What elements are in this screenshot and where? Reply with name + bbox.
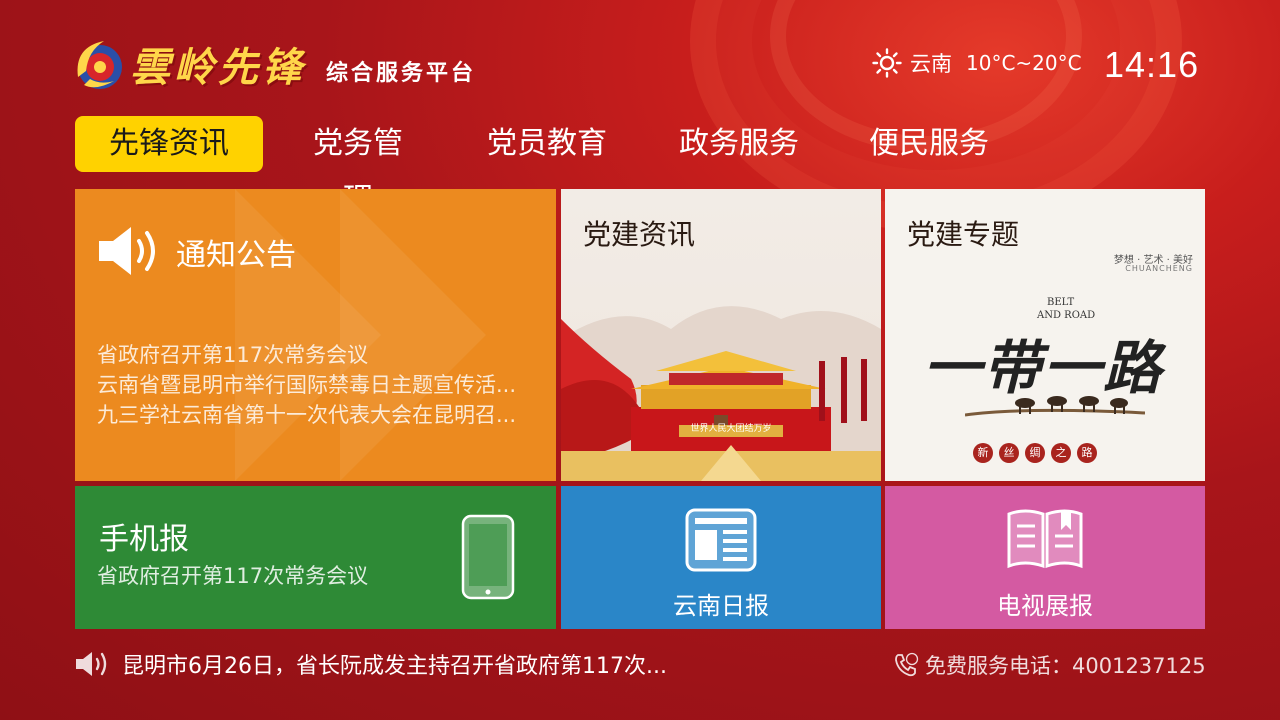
book-icon xyxy=(1007,509,1083,569)
phone-icon xyxy=(461,514,515,600)
main-nav: 先锋资讯 党务管理 党员教育 政务服务 便民服务 xyxy=(75,116,989,217)
seal-row: 新 丝 绸 之 路 xyxy=(973,443,1097,463)
banner-text: 世界人民大团结万岁 xyxy=(690,424,772,434)
weather-temperature: 10°C~20°C xyxy=(966,51,1082,75)
phone-24h-icon xyxy=(895,652,919,677)
notice-item[interactable]: 九三学社云南省第十一次代表大会在昆明召... xyxy=(97,400,537,430)
clock-time: 14:16 xyxy=(1104,44,1200,85)
decor-chevron xyxy=(340,189,486,481)
tv-report-label: 电视展报 xyxy=(997,592,1093,620)
camel-caravan-illustration xyxy=(965,396,1145,417)
news-ticker[interactable]: 昆明市6月26日，省长阮成发主持召开省政府第117次... xyxy=(74,648,667,680)
speaker-icon xyxy=(76,652,107,676)
logo-title: 雲岭先锋 xyxy=(130,44,306,91)
notice-item[interactable]: 云南省暨昆明市举行国际禁毒日主题宣传活... xyxy=(97,370,537,400)
seal-char: 绸 xyxy=(1025,443,1045,463)
weather-location: 云南 xyxy=(910,52,952,76)
tab-vanguard-news[interactable]: 先锋资讯 xyxy=(75,116,263,172)
app-logo: 雲岭先锋 综合服务平台 xyxy=(70,34,476,94)
logo-emblem-icon xyxy=(77,41,122,89)
seal-char: 丝 xyxy=(999,443,1019,463)
notice-list: 省政府召开第117次常务会议 云南省暨昆明市举行国际禁毒日主题宣传活... 九三… xyxy=(97,340,537,430)
topic-tagline-en: CHUANCHENG xyxy=(1125,264,1193,273)
notice-title: 通知公告 xyxy=(176,238,296,273)
belt-road-en-2: AND ROAD xyxy=(1037,310,1096,321)
mobile-news-subtitle: 省政府召开第117次常务会议 xyxy=(97,564,369,588)
tab-party-affairs[interactable]: 党务管理 xyxy=(299,116,417,217)
newspaper-icon xyxy=(685,508,757,572)
party-topic-tile[interactable]: 党建专题 梦想 · 艺术 · 美好 CHUANCHENG BELT AND RO… xyxy=(885,189,1205,481)
tab-government-services[interactable]: 政务服务 xyxy=(679,116,799,172)
party-news-title: 党建资讯 xyxy=(583,218,696,251)
notice-tile[interactable] xyxy=(75,189,556,481)
seal-char: 路 xyxy=(1077,443,1097,463)
yunnan-daily-tile[interactable]: 云南日报 xyxy=(561,486,881,629)
tv-report-tile[interactable]: 电视展报 xyxy=(885,486,1205,629)
seal-char: 之 xyxy=(1051,443,1071,463)
weather-widget: 云南 10°C~20°C xyxy=(872,48,1082,78)
seal-char: 新 xyxy=(973,443,993,463)
tab-citizen-services[interactable]: 便民服务 xyxy=(869,116,989,172)
party-news-tile[interactable]: 党建资讯 世界人民大团结万岁 xyxy=(561,189,881,481)
sun-icon xyxy=(872,48,902,78)
speaker-icon xyxy=(99,227,155,275)
belt-road-en-1: BELT xyxy=(1047,297,1075,308)
yunnan-daily-label: 云南日报 xyxy=(673,592,769,620)
logo-subtitle: 综合服务平台 xyxy=(326,61,477,86)
service-hotline: 免费服务电话：4001237125 xyxy=(893,650,1206,680)
ticker-text: 昆明市6月26日，省长阮成发主持召开省政府第117次... xyxy=(122,654,667,679)
mobile-news-tile[interactable]: 手机报 省政府召开第117次常务会议 xyxy=(75,486,556,629)
tab-member-education[interactable]: 党员教育 xyxy=(487,116,607,172)
notice-item[interactable]: 省政府召开第117次常务会议 xyxy=(97,340,537,370)
hotline-text: 免费服务电话：4001237125 xyxy=(925,654,1206,678)
mobile-news-title: 手机报 xyxy=(99,522,189,557)
party-topic-title: 党建专题 xyxy=(907,218,1020,251)
